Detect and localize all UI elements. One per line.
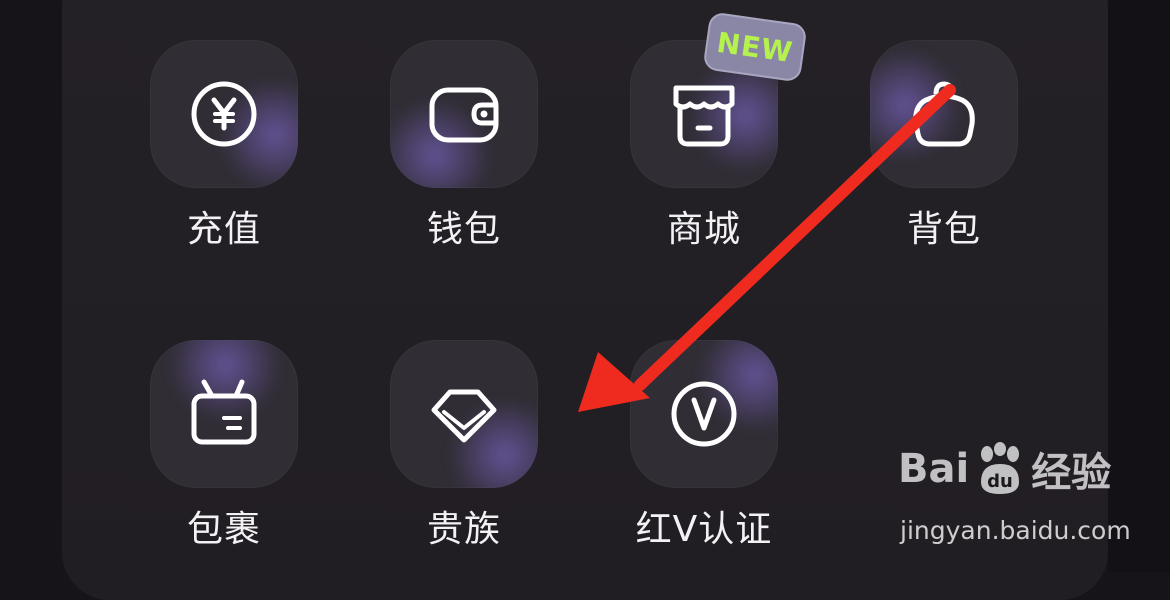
svg-text:du: du — [987, 471, 1013, 492]
watermark-url: jingyan.baidu.com — [900, 516, 1131, 545]
baidu-watermark: Bai du 经验 — [898, 440, 1111, 498]
paw-icon: du — [981, 442, 1020, 494]
watermark-suffix: 经验 — [1031, 450, 1112, 496]
watermark-brand: Bai — [898, 446, 970, 492]
